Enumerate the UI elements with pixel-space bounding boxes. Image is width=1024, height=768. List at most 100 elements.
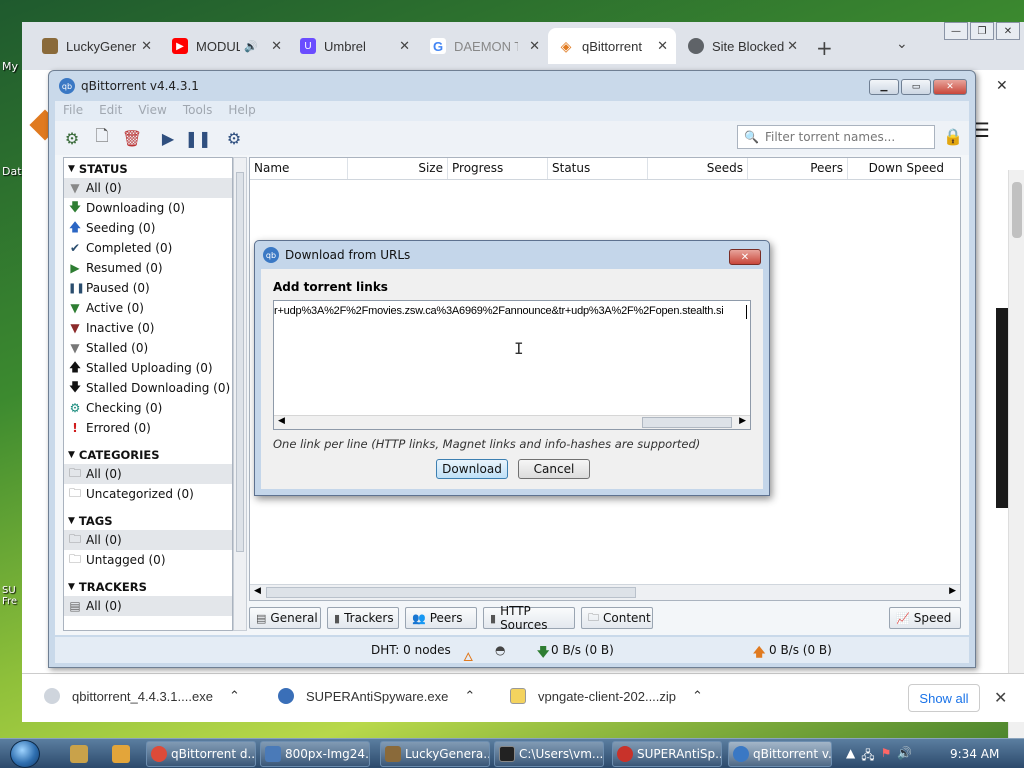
taskbar-clock[interactable]: 9:34 AM — [950, 747, 999, 761]
lock-icon[interactable]: 🔒 — [943, 127, 963, 146]
tab-general[interactable]: ▤ General — [249, 607, 321, 629]
menu-tools[interactable]: Tools — [175, 101, 221, 121]
options-gear-icon[interactable]: ⚙ — [221, 125, 247, 151]
close-icon[interactable]: ✕ — [399, 38, 410, 54]
status-active[interactable]: ▼ Active (0) — [64, 298, 232, 318]
filter-torrents-input[interactable]: 🔍 Filter torrent names... — [737, 125, 935, 149]
dialog-titlebar[interactable]: qb Download from URLs ✕ — [255, 241, 769, 269]
browser-tab[interactable]: U Umbrel ✕ — [290, 32, 418, 60]
connection-status-icon[interactable]: 🜂 — [463, 643, 474, 668]
status-seeding[interactable]: 🡅 Seeding (0) — [64, 218, 232, 238]
taskbar-button[interactable]: C:\Users\vm... — [494, 741, 604, 767]
maximize-button[interactable]: ▭ — [901, 79, 931, 95]
status-inactive[interactable]: ▼ Inactive (0) — [64, 318, 232, 338]
network-icon[interactable]: 🖧 — [861, 746, 874, 767]
status-stalled-uploading[interactable]: 🡅 Stalled Uploading (0) — [64, 358, 232, 378]
close-icon[interactable]: ✕ — [996, 78, 1008, 94]
browser-tab[interactable]: LuckyGener ✕ — [32, 32, 160, 60]
status-section-header[interactable]: ▼ STATUS — [64, 158, 232, 178]
menu-file[interactable]: File — [55, 101, 91, 121]
scroll-thumb[interactable] — [236, 172, 244, 552]
minimize-button[interactable]: ▁ — [869, 79, 899, 95]
menu-edit[interactable]: Edit — [91, 101, 130, 121]
chevron-down-icon[interactable]: ⌄ — [896, 36, 908, 52]
maximize-button[interactable]: ❐ — [970, 22, 994, 40]
download-item[interactable]: SUPERAntiSpyware.exe ⌃ — [278, 688, 475, 704]
close-icon[interactable]: ✕ — [994, 688, 1007, 707]
textarea-hscrollbar[interactable]: ◀ ▶ — [274, 415, 750, 429]
show-all-downloads-button[interactable]: Show all — [908, 684, 980, 712]
browser-tab[interactable]: Site Blocked ✕ — [678, 32, 806, 60]
minimize-button[interactable]: — — [944, 22, 968, 40]
tab-trackers[interactable]: ▮ Trackers — [327, 607, 399, 629]
action-center-icon[interactable]: ⚑ — [881, 746, 892, 767]
taskbar-button-active[interactable]: qBittorrent v... — [728, 741, 832, 767]
scroll-right-arrow-icon[interactable]: ▶ — [739, 416, 746, 426]
show-hidden-icons-icon[interactable]: ▲ — [846, 746, 855, 767]
media-player-icon[interactable] — [112, 745, 130, 763]
qbittorrent-titlebar[interactable]: qb qBittorrent v4.4.3.1 ▁ ▭ ✕ — [49, 71, 975, 101]
browser-tab-active[interactable]: ◈ qBittorrent ✕ — [548, 28, 676, 64]
column-peers[interactable]: Peers — [748, 158, 848, 179]
torrent-list-hscrollbar[interactable]: ◀ ▶ — [250, 584, 960, 600]
chevron-up-icon[interactable]: ⌃ — [229, 688, 240, 704]
close-icon[interactable]: ✕ — [787, 38, 798, 54]
torrent-links-textarea[interactable]: r+udp%3A%2F%2Fmovies.zsw.ca%3A6969%2Fann… — [273, 300, 751, 430]
desktop-icon-label[interactable]: Dat — [2, 165, 22, 178]
chevron-up-icon[interactable]: ⌃ — [464, 688, 475, 704]
start-button[interactable] — [10, 740, 40, 768]
cancel-button[interactable]: Cancel — [518, 459, 590, 479]
download-item[interactable]: qbittorrent_4.4.3.1....exe ⌃ — [44, 688, 240, 704]
status-paused[interactable]: ❚❚ Paused (0) — [64, 278, 232, 298]
download-item[interactable]: vpngate-client-202....zip ⌃ — [510, 688, 703, 704]
menu-help[interactable]: Help — [220, 101, 263, 121]
desktop-icon-label[interactable]: My — [2, 60, 22, 73]
close-icon[interactable]: ✕ — [271, 38, 282, 54]
sidebar-scrollbar[interactable] — [233, 157, 247, 631]
scroll-left-arrow-icon[interactable]: ◀ — [278, 416, 285, 426]
status-downloading[interactable]: 🡇 Downloading (0) — [64, 198, 232, 218]
new-tab-button[interactable]: + — [816, 36, 833, 60]
tab-content[interactable]: 🗀 Content — [581, 607, 653, 629]
close-button[interactable]: ✕ — [933, 79, 967, 95]
close-icon[interactable]: ✕ — [529, 38, 540, 54]
tab-speed[interactable]: 📈 Speed — [889, 607, 961, 629]
column-progress[interactable]: Progress — [448, 158, 548, 179]
status-completed[interactable]: ✔ Completed (0) — [64, 238, 232, 258]
scroll-thumb[interactable] — [1012, 182, 1022, 238]
tag-all[interactable]: 🗀 All (0) — [64, 530, 232, 550]
close-icon[interactable]: ✕ — [657, 38, 668, 54]
column-status[interactable]: Status — [548, 158, 648, 179]
explorer-icon[interactable] — [70, 745, 88, 763]
status-all[interactable]: ▼ All (0) — [64, 178, 232, 198]
download-button[interactable]: Download — [436, 459, 508, 479]
volume-icon[interactable]: 🔊 — [897, 746, 912, 767]
taskbar-button[interactable]: LuckyGenera... — [380, 741, 490, 767]
taskbar-button[interactable]: 800px-Img24... — [260, 741, 370, 767]
column-down-speed[interactable]: Down Speed — [848, 158, 948, 179]
column-seeds[interactable]: Seeds — [648, 158, 748, 179]
scroll-right-arrow-icon[interactable]: ▶ — [949, 586, 956, 596]
tag-untagged[interactable]: 🗀 Untagged (0) — [64, 550, 232, 570]
desktop-icon-label[interactable]: SU Fre — [2, 585, 22, 607]
close-button[interactable]: ✕ — [996, 22, 1020, 40]
tags-section-header[interactable]: ▼ TAGS — [64, 510, 232, 530]
close-icon[interactable]: ✕ — [141, 38, 152, 54]
column-size[interactable]: Size — [348, 158, 448, 179]
menu-view[interactable]: View — [130, 101, 174, 121]
speaker-icon[interactable]: 🔊 — [244, 40, 258, 53]
status-checking[interactable]: ⚙ Checking (0) — [64, 398, 232, 418]
chevron-up-icon[interactable]: ⌃ — [692, 688, 703, 704]
tracker-all[interactable]: ▤ All (0) — [64, 596, 232, 616]
scroll-thumb[interactable] — [642, 417, 732, 428]
column-name[interactable]: Name — [250, 158, 348, 179]
categories-section-header[interactable]: ▼ CATEGORIES — [64, 444, 232, 464]
status-stalled-downloading[interactable]: 🡇 Stalled Downloading (0) — [64, 378, 232, 398]
tab-http-sources[interactable]: ▮ HTTP Sources — [483, 604, 575, 632]
browser-tab[interactable]: G DAEMON To ✕ — [420, 32, 548, 60]
browser-tab[interactable]: ▶ MODUL 🔊 ✕ — [162, 32, 290, 60]
pause-icon[interactable]: ❚❚ — [185, 125, 212, 151]
status-stalled[interactable]: ▼ Stalled (0) — [64, 338, 232, 358]
scroll-left-arrow-icon[interactable]: ◀ — [254, 586, 261, 596]
taskbar-button[interactable]: qBittorrent d... — [146, 741, 256, 767]
